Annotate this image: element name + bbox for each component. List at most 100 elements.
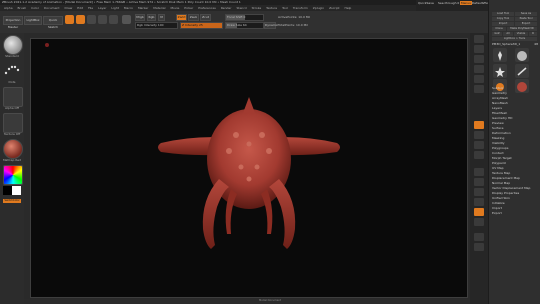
menu-item[interactable]: Texture [266, 6, 277, 10]
dynamic-button[interactable]: Dynamic [264, 22, 278, 29]
paste-tool-button[interactable]: Paste Tool [515, 17, 537, 21]
spix-icon[interactable] [474, 45, 484, 53]
scroll-icon[interactable] [474, 55, 484, 63]
aahalf-icon[interactable] [474, 85, 484, 93]
zoom-icon[interactable] [474, 65, 484, 73]
menu-item[interactable]: Material [153, 6, 165, 10]
secondary-color-swatch[interactable] [12, 186, 21, 195]
subpalette-unified-skin[interactable]: Unified Skin [492, 196, 538, 200]
zoom-view-icon[interactable] [474, 188, 484, 196]
quicksave-button[interactable]: QuickSave [418, 1, 434, 5]
tool-thumb-simple[interactable] [515, 64, 529, 78]
mrgb-button[interactable]: Mrgb [135, 14, 145, 21]
save-as-button[interactable]: Save As [515, 12, 537, 16]
subpalette-import[interactable]: Import [492, 206, 538, 210]
see-through-slider[interactable]: See-through 0 [438, 1, 459, 5]
r-button[interactable]: R [529, 32, 537, 36]
subpalette-layers[interactable]: Layers [492, 106, 538, 110]
quick-sketch-button[interactable]: Quick Sketch [43, 16, 63, 29]
subpalette-subtool[interactable]: Subtool [492, 86, 538, 90]
floor-icon[interactable] [474, 131, 484, 139]
subpalette-deformation[interactable]: Deformation [492, 131, 538, 135]
frame-icon[interactable] [474, 168, 484, 176]
color-picker[interactable] [3, 165, 23, 185]
actual-icon[interactable] [474, 75, 484, 83]
subpalette-vector-displacement-map[interactable]: Vector Displacement Map [492, 186, 538, 190]
subpalette-visibility[interactable]: Visibility [492, 141, 538, 145]
lsym-icon[interactable] [474, 151, 484, 159]
persp-icon[interactable] [474, 121, 484, 129]
menu-item[interactable]: Stencil [236, 6, 246, 10]
subpalette-fibermesh[interactable]: FiberMesh [492, 111, 538, 115]
subpalette-geometry-hd[interactable]: Geometry HD [492, 116, 538, 120]
menu-item[interactable]: Alpha [4, 6, 13, 10]
menu-item[interactable]: Zscript [329, 6, 339, 10]
draw-mode-button[interactable] [76, 15, 85, 24]
rotate-mode-button[interactable] [109, 15, 118, 24]
subpalette-polypaint[interactable]: Polypaint [492, 161, 538, 165]
menus-button[interactable]: Menus [460, 1, 472, 5]
main-color-swatch[interactable] [3, 186, 12, 195]
material-sphere-icon[interactable] [122, 15, 131, 24]
rgb-button[interactable]: Rgb [147, 14, 156, 21]
zadd-button[interactable]: Zadd [176, 14, 187, 21]
subpalette-displacement-map[interactable]: Displacement Map [492, 176, 538, 180]
menu-item[interactable]: Document [44, 6, 60, 10]
make-polymesh-button[interactable]: Make PolyMesh3D [507, 27, 537, 31]
menu-item[interactable]: Zplugin [313, 6, 324, 10]
scale-mode-button[interactable] [98, 15, 107, 24]
menu-item[interactable]: Help [345, 6, 352, 10]
texture-thumbnail[interactable] [3, 113, 23, 133]
copy-tool-button[interactable]: Copy Tool [492, 17, 514, 21]
bpr-icon[interactable] [474, 35, 484, 43]
lightbox-tools-button[interactable]: Lightbox > Tools [492, 37, 537, 41]
material-thumbnail[interactable] [3, 139, 23, 159]
subpalette-export[interactable]: Export [492, 211, 538, 215]
local-icon[interactable] [474, 141, 484, 149]
menu-item[interactable]: Layer [98, 6, 106, 10]
move-view-icon[interactable] [474, 178, 484, 186]
subpalette-contact[interactable]: Contact [492, 151, 538, 155]
visible-button[interactable]: Visible [514, 32, 528, 36]
menu-item[interactable]: File [88, 6, 93, 10]
subpalette-display-properties[interactable]: Display Properties [492, 191, 538, 195]
tool-thumb-star[interactable] [493, 64, 507, 78]
subpalette-nanomesh[interactable]: NanoMesh [492, 101, 538, 105]
draw-size-slider[interactable]: Draw Size 64 [225, 22, 264, 29]
tool-thumb-figure[interactable] [493, 48, 507, 62]
transp-icon[interactable] [474, 218, 484, 226]
brush-thumbnail[interactable] [3, 35, 23, 55]
clone-button[interactable]: Clone [492, 27, 506, 31]
load-tool-button[interactable]: Load Tool [492, 12, 514, 16]
menu-item[interactable]: Marker [138, 6, 148, 10]
subpalette-initialize[interactable]: Initialize [492, 201, 538, 205]
subpalette-geometry[interactable]: Geometry [492, 91, 538, 95]
goz-button[interactable]: GoZ [492, 32, 502, 36]
subpalette-surface[interactable]: Surface [492, 126, 538, 130]
rotate-view-icon[interactable] [474, 198, 484, 206]
menu-item[interactable]: Macro [124, 6, 133, 10]
menu-item[interactable]: Movie [170, 6, 179, 10]
move-mode-button[interactable] [87, 15, 96, 24]
subpalette-uv-map[interactable]: UV Map [492, 166, 538, 170]
all-button[interactable]: All [503, 32, 513, 36]
subpalette-polygroups[interactable]: Polygroups [492, 146, 538, 150]
xpose-icon[interactable] [474, 243, 484, 251]
solo-icon[interactable] [474, 233, 484, 241]
menu-item[interactable]: Preferences [198, 6, 216, 10]
projection-master-button[interactable]: Projection Master [3, 16, 23, 29]
switch-color-button[interactable]: SwitchColor [3, 199, 21, 203]
polyf-icon[interactable] [474, 208, 484, 216]
subpalette-normal-map[interactable]: Normal Map [492, 181, 538, 185]
lightbox-button[interactable]: LightBox [24, 16, 42, 25]
zsub-button[interactable]: Zsub [188, 14, 199, 21]
subpalette-arraymesh[interactable]: ArrayMesh [492, 96, 538, 100]
stroke-thumbnail[interactable] [3, 61, 21, 79]
focal-shift-slider[interactable]: Focal Shift 0 [225, 14, 264, 21]
menu-item[interactable]: Color [31, 6, 39, 10]
menu-item[interactable]: Brush [18, 6, 27, 10]
export-button[interactable]: Export [515, 22, 537, 26]
menu-item[interactable]: Render [221, 6, 232, 10]
menu-item[interactable]: Light [111, 6, 119, 10]
tool-thumb-sphere[interactable] [515, 48, 529, 62]
